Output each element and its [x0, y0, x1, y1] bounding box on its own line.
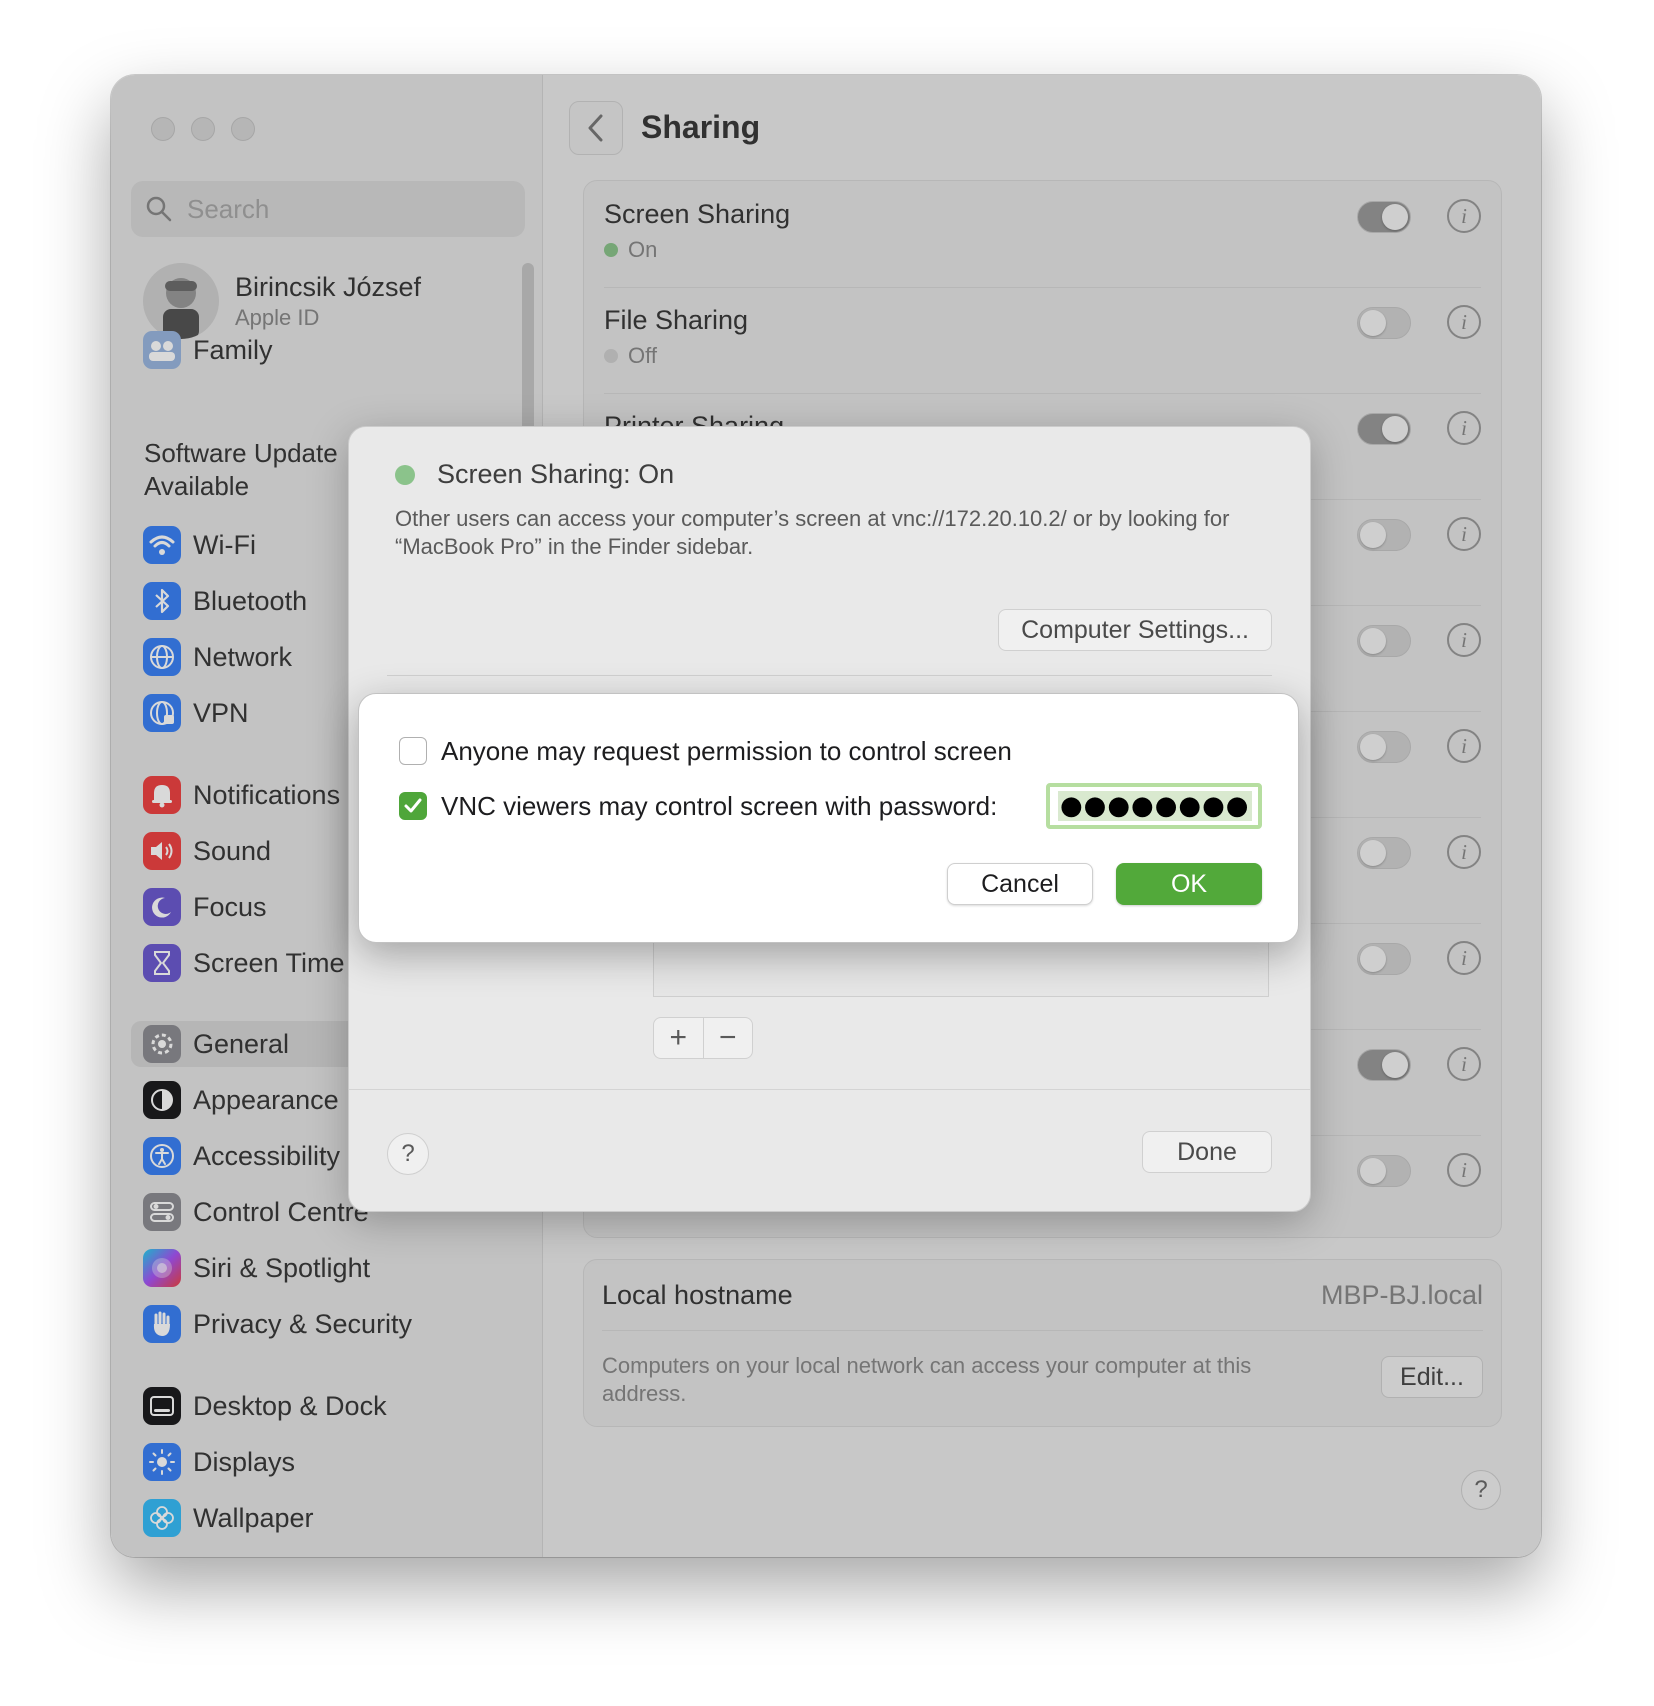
vnc-password-label: VNC viewers may control screen with pass…: [441, 790, 998, 821]
sheet-help-button[interactable]: ?: [387, 1133, 429, 1175]
vnc-password-field[interactable]: ●●●●●●●●: [1046, 783, 1262, 829]
add-remove-control: + −: [653, 1017, 753, 1059]
done-button[interactable]: Done: [1142, 1131, 1272, 1173]
request-permission-label: Anyone may request permission to control…: [441, 735, 1012, 766]
sheet-description: Other users can access your computer’s s…: [395, 506, 1230, 559]
user-access-list[interactable]: [653, 941, 1269, 997]
divider: [387, 675, 1272, 676]
cancel-button[interactable]: Cancel: [947, 863, 1093, 905]
status-dot: [395, 464, 415, 485]
remove-user-button[interactable]: −: [702, 1018, 753, 1058]
computer-settings-dialog: Anyone may request permission to control…: [358, 693, 1299, 943]
sheet-title: Screen Sharing: On: [437, 459, 675, 489]
computer-settings-button[interactable]: Computer Settings...: [998, 609, 1272, 651]
request-permission-checkbox[interactable]: [399, 737, 427, 765]
ok-button[interactable]: OK: [1116, 863, 1262, 905]
vnc-password-checkbox[interactable]: [399, 792, 427, 820]
divider: [349, 1089, 1310, 1090]
request-permission-option[interactable]: Anyone may request permission to control…: [399, 731, 1012, 771]
password-value: ●●●●●●●●: [1058, 791, 1252, 821]
add-user-button[interactable]: +: [654, 1018, 703, 1058]
checkmark-icon: [404, 798, 422, 813]
vnc-password-option[interactable]: VNC viewers may control screen with pass…: [399, 786, 997, 826]
